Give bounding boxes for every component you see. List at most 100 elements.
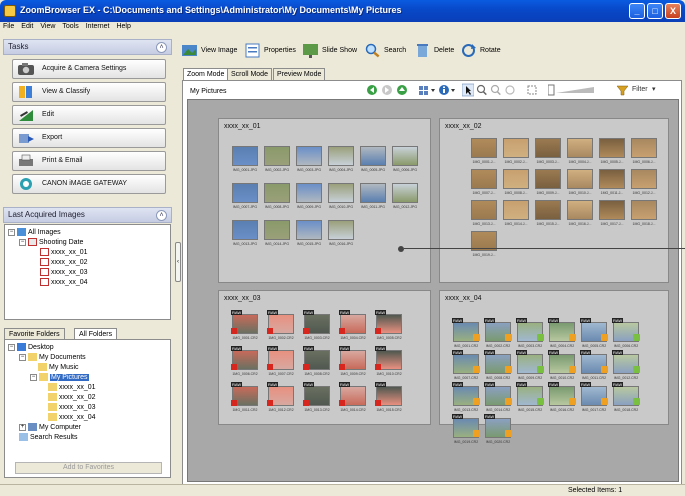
filter-button[interactable]: Filter (632, 83, 648, 97)
tree-shooting-date[interactable]: − Shooting Date (19, 238, 83, 247)
image-thumbnail[interactable]: RAW IMG_0020.CR2 (484, 414, 512, 445)
image-thumbnail[interactable]: IMG_0010.JPG (327, 182, 355, 210)
add-to-favorites-button[interactable]: Add to Favorites (15, 462, 162, 474)
minimize-button[interactable]: _ (629, 3, 645, 19)
image-thumbnail[interactable]: 1MG_0011.J... (598, 168, 626, 196)
image-thumbnail[interactable]: RAW 1MG_0010.CR2 (375, 346, 403, 377)
image-thumbnail[interactable]: RAW 1MG_0006.CR2 (231, 346, 259, 377)
tree-folder[interactable]: xxxx_xx_01 (48, 383, 96, 392)
tree-desktop[interactable]: − Desktop (8, 343, 54, 352)
close-button[interactable]: X (665, 3, 681, 19)
image-thumbnail[interactable]: RAW 1MG_0012.CR2 (267, 382, 295, 413)
image-thumbnail[interactable]: RAW 1MG_0001.CR2 (231, 310, 259, 341)
image-thumbnail[interactable]: 1MG_0010.J... (566, 168, 594, 196)
image-thumbnail[interactable]: 1MG_0005.J... (598, 137, 626, 165)
image-thumbnail[interactable]: RAW 1MG_0002.CR2 (267, 310, 295, 341)
image-thumbnail[interactable]: IMG_0007.JPG (231, 182, 259, 210)
folder-group[interactable]: xxxx_xx_04 RAW IMG_0001.CR2 RAW IMG_0002.CR… (439, 290, 669, 444)
image-thumbnail[interactable]: RAW IMG_0016.CR2 (548, 382, 576, 413)
image-thumbnail[interactable]: IMG_0011.JPG (359, 182, 387, 210)
image-thumbnail[interactable]: 1MG_0019.J... (470, 230, 498, 258)
maximize-button[interactable]: □ (647, 3, 663, 19)
tree-folder[interactable]: xxxx_xx_04 (48, 413, 96, 422)
image-thumbnail[interactable]: 1MG_0001.J... (470, 137, 498, 165)
view-image-button[interactable]: View Image (181, 42, 237, 60)
image-thumbnail[interactable]: RAW IMG_0005.CR2 (580, 318, 608, 349)
image-thumbnail[interactable]: 1MG_0014.J... (502, 199, 530, 227)
image-thumbnail[interactable]: RAW IMG_0018.CR2 (612, 382, 640, 413)
info-icon[interactable] (438, 83, 456, 97)
tasks-header[interactable]: Tasks ˄ (3, 39, 172, 55)
thumbnail-view-icon[interactable] (418, 83, 436, 97)
image-thumbnail[interactable]: 1MG_0008.J... (502, 168, 530, 196)
image-thumbnail[interactable]: RAW IMG_0007.CR2 (452, 350, 480, 381)
menu-edit[interactable]: Edit (18, 22, 37, 30)
menu-internet[interactable]: Internet (83, 22, 114, 30)
image-thumbnail[interactable]: RAW IMG_0001.CR2 (452, 318, 480, 349)
up-folder-icon[interactable] (396, 83, 408, 97)
search-button[interactable]: Search (364, 42, 406, 60)
menu-view[interactable]: View (37, 22, 59, 30)
image-thumbnail[interactable]: 1MG_0018.J... (630, 199, 658, 227)
image-thumbnail[interactable]: RAW IMG_0012.CR2 (612, 350, 640, 381)
image-thumbnail[interactable]: RAW 1MG_0009.CR2 (339, 346, 367, 377)
tab-scroll-mode[interactable]: Scroll Mode (227, 68, 272, 80)
folder-group[interactable]: xxxx_xx_02 1MG_0001.J... 1MG_0002.J... 1MG… (439, 118, 669, 283)
collapse-toggle[interactable]: − (30, 373, 37, 381)
task-canon-gateway[interactable]: CANON iMAGE GATEWAY (12, 174, 166, 194)
image-thumbnail[interactable]: 1MG_0017.J... (598, 199, 626, 227)
image-thumbnail[interactable]: 1MG_0013.J... (470, 199, 498, 227)
tree-date-folder[interactable]: xxxx_xx_01 (40, 248, 88, 257)
image-thumbnail[interactable]: 1MG_0012.J... (630, 168, 658, 196)
zoom-in-icon[interactable] (476, 83, 488, 97)
image-thumbnail[interactable]: RAW IMG_0006.CR2 (612, 318, 640, 349)
image-thumbnail[interactable]: IMG_0012.JPG (391, 182, 419, 210)
image-thumbnail[interactable]: RAW IMG_0008.CR2 (484, 350, 512, 381)
image-thumbnail[interactable]: RAW IMG_0002.CR2 (484, 318, 512, 349)
menu-tools[interactable]: Tools (59, 22, 82, 30)
image-thumbnail[interactable]: RAW 1MG_0011.CR2 (231, 382, 259, 413)
tree-all-images[interactable]: − All Images (8, 228, 61, 237)
image-thumbnail[interactable]: RAW 1MG_0004.CR2 (339, 310, 367, 341)
collapse-toggle[interactable]: − (19, 353, 26, 361)
collapse-panel-icon[interactable]: ‹ (175, 242, 181, 282)
panel-splitter[interactable]: ‹ (175, 34, 181, 484)
collapse-toggle[interactable]: − (8, 228, 15, 236)
tree-date-folder[interactable]: xxxx_xx_03 (40, 268, 88, 277)
zoom-slider[interactable] (548, 83, 596, 97)
image-thumbnail[interactable]: IMG_0002.JPG (263, 145, 291, 173)
image-thumbnail[interactable]: RAW 1MG_0003.CR2 (303, 310, 331, 341)
image-thumbnail[interactable]: 1MG_0016.J... (566, 199, 594, 227)
task-print-email[interactable]: Print & Email (12, 151, 166, 171)
tree-date-folder[interactable]: xxxx_xx_02 (40, 258, 88, 267)
image-thumbnail[interactable]: IMG_0014.JPG (263, 219, 291, 247)
image-thumbnail[interactable]: IMG_0005.JPG (359, 145, 387, 173)
image-thumbnail[interactable]: IMG_0015.JPG (295, 219, 323, 247)
tab-preview-mode[interactable]: Preview Mode (273, 68, 326, 80)
folder-group[interactable]: xxxx_xx_03 RAW 1MG_0001.CR2 RAW 1MG_0002.CR… (218, 290, 431, 425)
collapse-icon[interactable]: ˄ (156, 42, 167, 53)
image-thumbnail[interactable]: IMG_0013.JPG (231, 219, 259, 247)
back-icon[interactable] (366, 83, 378, 97)
image-thumbnail[interactable]: IMG_0016.JPG (327, 219, 355, 247)
tree-folder[interactable]: xxxx_xx_03 (48, 403, 96, 412)
filter-icon[interactable] (616, 83, 630, 97)
zoom-reset-icon[interactable] (504, 83, 516, 97)
rotate-button[interactable]: Rotate (460, 42, 501, 60)
image-thumbnail[interactable]: RAW 1MG_0008.CR2 (303, 346, 331, 377)
image-thumbnail[interactable]: RAW IMG_0003.CR2 (516, 318, 544, 349)
image-thumbnail[interactable]: 1MG_0009.J... (534, 168, 562, 196)
image-thumbnail[interactable]: 1MG_0006.J... (630, 137, 658, 165)
image-thumbnail[interactable]: 1MG_0004.J... (566, 137, 594, 165)
tree-my-documents[interactable]: − My Documents (19, 353, 86, 362)
properties-button[interactable]: Properties (244, 42, 296, 60)
image-thumbnail[interactable]: RAW 1MG_0015.CR2 (375, 382, 403, 413)
image-thumbnail[interactable]: RAW 1MG_0005.CR2 (375, 310, 403, 341)
image-thumbnail[interactable]: IMG_0001.JPG (231, 145, 259, 173)
image-thumbnail[interactable]: RAW IMG_0014.CR2 (484, 382, 512, 413)
tree-my-pictures[interactable]: − My Pictures (30, 373, 89, 382)
image-thumbnail[interactable]: IMG_0003.JPG (295, 145, 323, 173)
collapse-toggle[interactable]: − (19, 238, 26, 246)
zoom-out-icon[interactable] (490, 83, 502, 97)
image-thumbnail[interactable]: RAW IMG_0015.CR2 (516, 382, 544, 413)
